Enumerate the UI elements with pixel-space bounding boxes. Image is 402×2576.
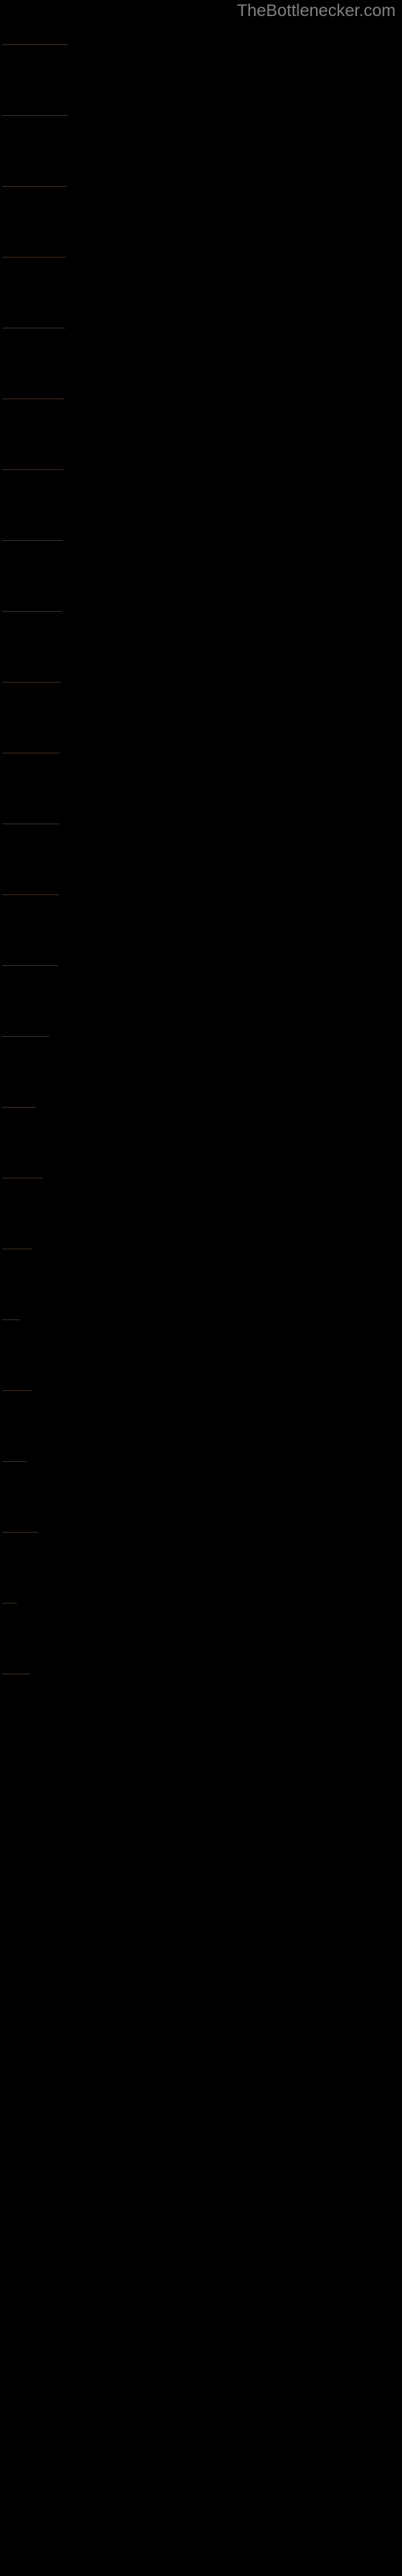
bar-row: Bottleneck result [0,1532,402,1555]
bar-row: Bottleneck result [0,1461,402,1484]
bar-label: Bottleneck result [6,262,66,275]
bar-row: Bottleneck result [0,469,402,493]
bar-row: Bottleneck result [0,1674,402,1697]
bar-row: Bottleneck result [0,1603,402,1626]
bar-label: Bottleneck result [6,475,64,487]
bar-label: Bottleneck result [6,687,61,700]
bar[interactable]: Bottleneck result [2,1319,20,1343]
bar-label: Bottleneck result [6,1254,32,1266]
bar-label: Bottleneck result [6,192,67,204]
bar[interactable]: Bottleneck result [2,753,60,776]
bar-row: Bottleneck result [0,824,402,847]
bar-row: Bottleneck result [0,965,402,989]
bar[interactable]: Bottleneck result [2,1532,38,1555]
bar-label: Bottleneck result [6,1113,36,1125]
bar-label: Bottleneck result [6,758,60,770]
bar[interactable]: Bottleneck result [2,1390,31,1414]
bar-row: Bottleneck result [0,611,402,634]
bar[interactable]: Bottleneck result [2,1603,17,1626]
bar[interactable]: Bottleneck result [2,611,62,634]
bar[interactable]: Bottleneck result [2,115,68,138]
bar-row: Bottleneck result [0,1036,402,1059]
bar[interactable]: Bottleneck result [2,965,58,989]
bottleneck-chart: TheBottlenecker.com Bottleneck resultBot… [0,0,402,2576]
bar[interactable]: Bottleneck result [2,1036,49,1059]
bar-row: Bottleneck result [0,328,402,351]
bar-row: Bottleneck result [0,1178,402,1201]
bar-row: Bottleneck result [0,540,402,564]
bar[interactable]: Bottleneck result [2,257,66,280]
bar-label: Bottleneck result [6,121,68,133]
bar[interactable]: Bottleneck result [2,1178,43,1201]
bar-label: Bottleneck result [6,971,58,983]
bar[interactable]: Bottleneck result [2,186,67,209]
bar-row: Bottleneck result [0,257,402,280]
bar-label: Bottleneck result [6,1325,20,1337]
bar-label: Bottleneck result [6,404,64,416]
bar-label: Bottleneck result [6,1679,30,1691]
bar-row: Bottleneck result [0,1390,402,1414]
bar[interactable]: Bottleneck result [2,398,64,422]
bar[interactable]: Bottleneck result [2,540,63,564]
bar-row: Bottleneck result [0,753,402,776]
bar[interactable]: Bottleneck result [2,824,59,847]
bar-label: Bottleneck result [6,900,59,912]
bar-label: Bottleneck result [6,1183,43,1195]
bar[interactable]: Bottleneck result [2,1461,27,1484]
bar-row: Bottleneck result [0,115,402,138]
bar[interactable]: Bottleneck result [2,1107,36,1130]
bar-label: Bottleneck result [6,50,68,62]
bar-row: Bottleneck result [0,186,402,209]
bar-label: Bottleneck result [6,829,59,841]
bar-label: Bottleneck result [6,1396,31,1408]
bar[interactable]: Bottleneck result [2,894,59,918]
bar-row: Bottleneck result [0,1107,402,1130]
bar-row: Bottleneck result [0,682,402,705]
bar-list: Bottleneck result Bottleneck result Bottle… [0,0,402,2576]
bar[interactable]: Bottleneck result [2,1674,30,1697]
bar-row: Bottleneck result [0,398,402,422]
bar-label: Bottleneck result [6,617,62,629]
bar-row: Bottleneck result [0,1249,402,1272]
bar-row: Bottleneck result [0,44,402,68]
bar-label: Bottleneck result [6,1042,49,1054]
bar-row: Bottleneck result [0,1319,402,1343]
bar-label: Bottleneck result [6,1608,17,1620]
bar[interactable]: Bottleneck result [2,682,61,705]
bar-label: Bottleneck result [6,546,63,558]
bar[interactable]: Bottleneck result [2,328,65,351]
bar[interactable]: Bottleneck result [2,469,64,493]
bar-row: Bottleneck result [0,894,402,918]
bar-label: Bottleneck result [6,1467,27,1479]
bar[interactable]: Bottleneck result [2,1249,32,1272]
bar-label: Bottleneck result [6,1538,38,1550]
bar[interactable]: Bottleneck result [2,44,68,68]
bar-label: Bottleneck result [6,333,65,345]
